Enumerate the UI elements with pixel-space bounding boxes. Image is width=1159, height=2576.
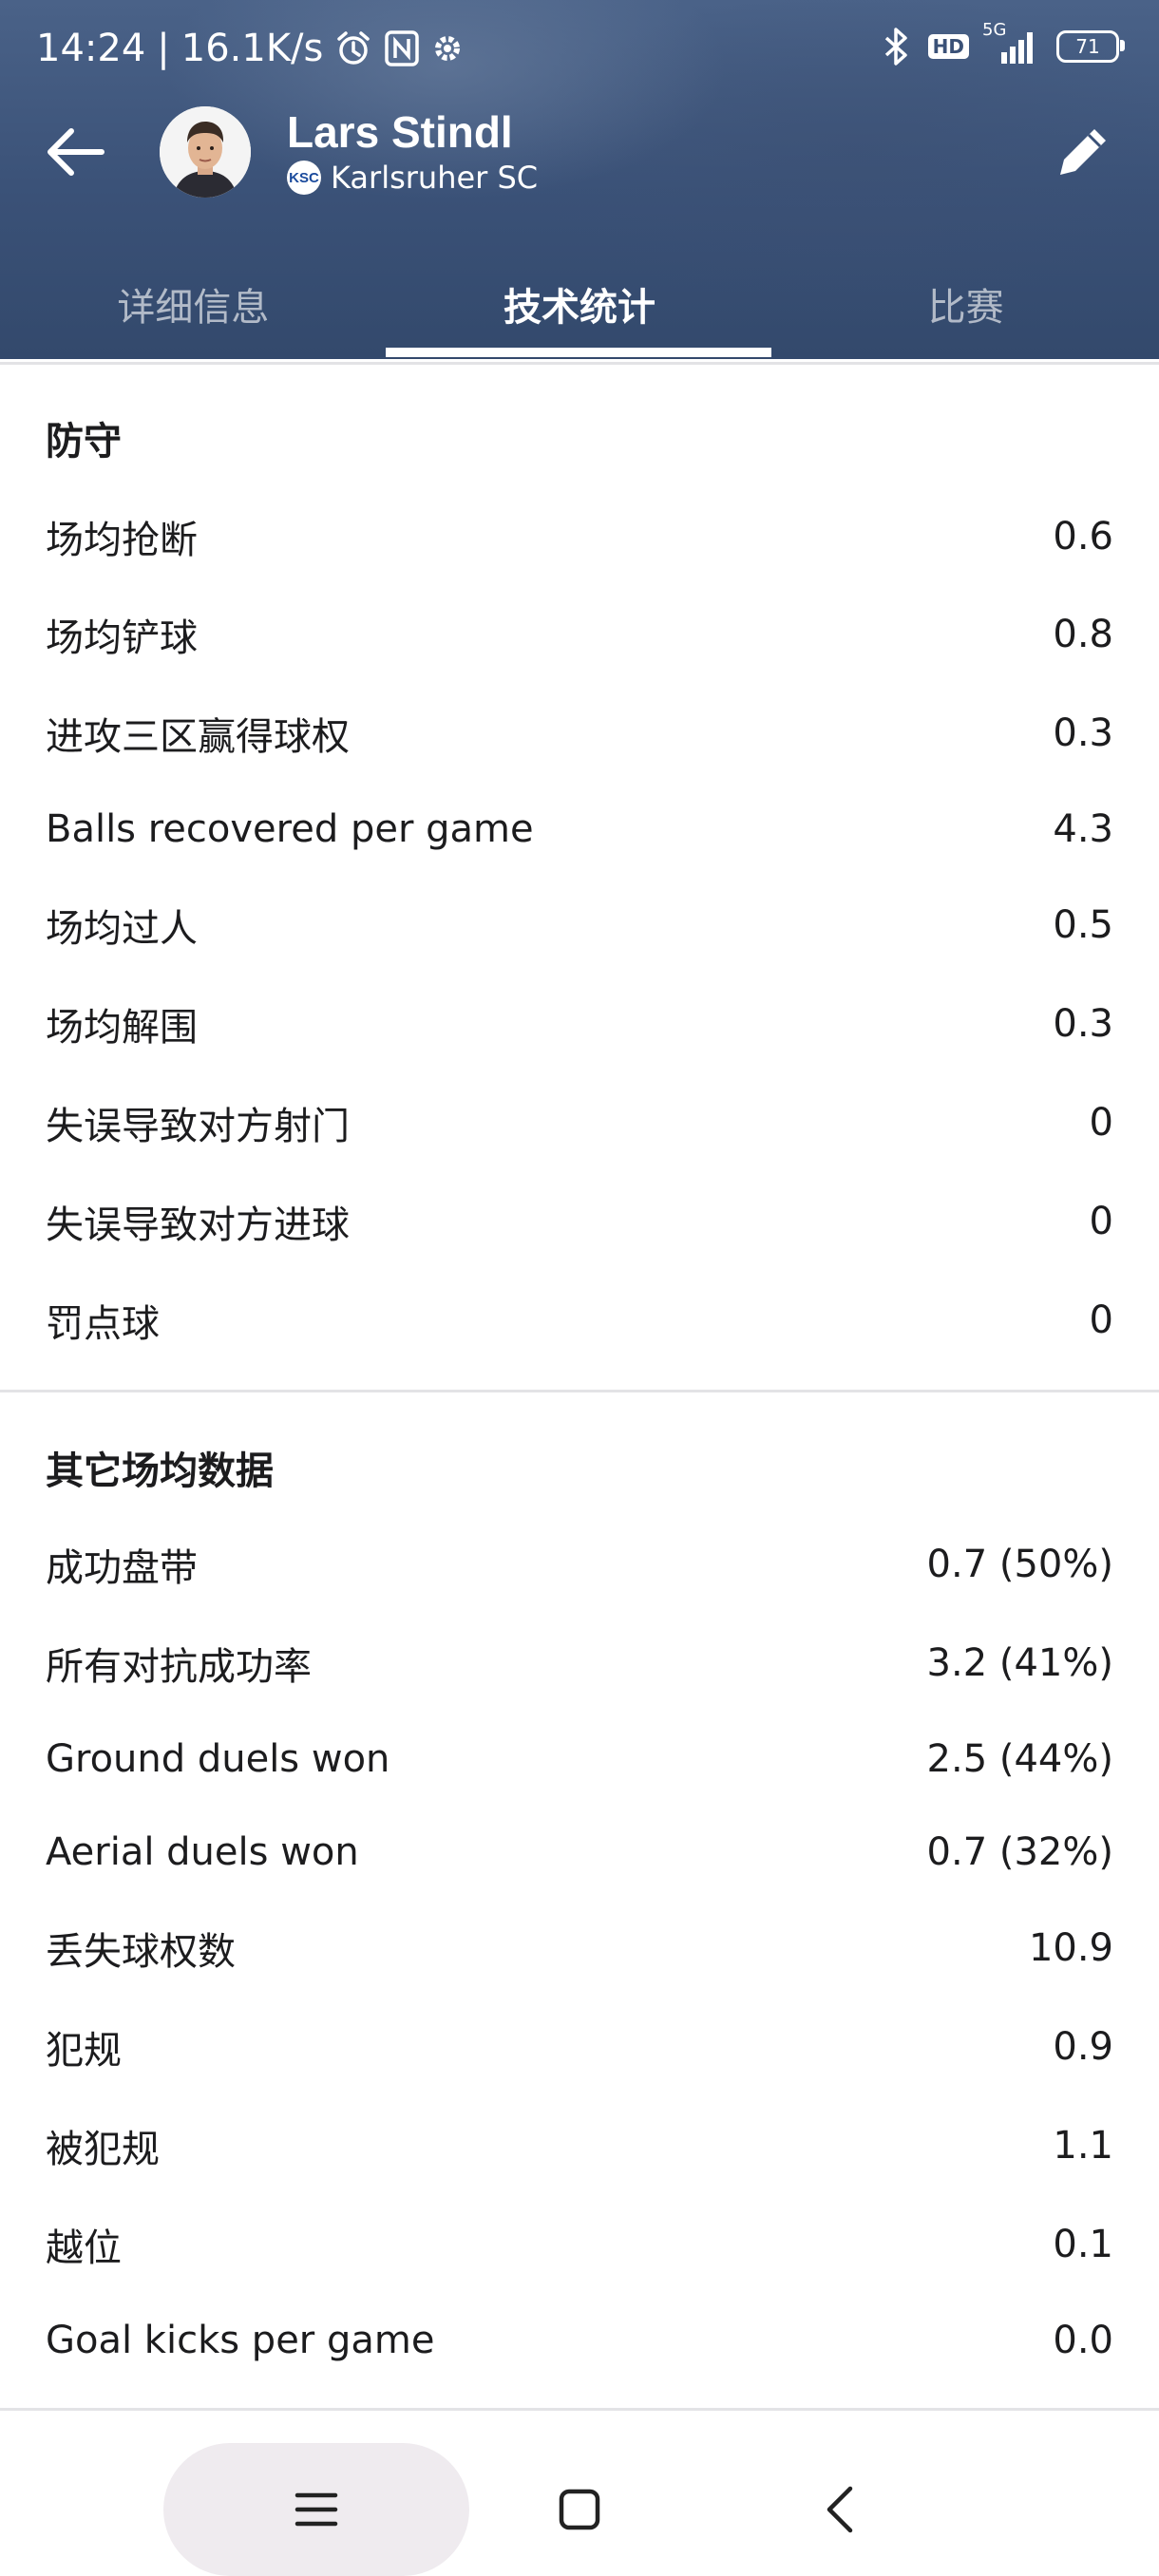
stat-value: 0.3 bbox=[1053, 711, 1113, 755]
bluetooth-icon bbox=[883, 27, 911, 66]
section-title-other: 其它场均数据 bbox=[46, 1449, 274, 1493]
stat-label: 场均过人 bbox=[46, 907, 198, 951]
battery-level: 71 bbox=[1075, 35, 1100, 58]
stat-label: 越位 bbox=[46, 2226, 122, 2270]
back-chevron-icon bbox=[826, 2486, 853, 2533]
stat-row: Balls recovered per game 4.3 bbox=[46, 801, 1113, 858]
stat-label: 犯规 bbox=[46, 2029, 122, 2073]
team-logo-text: KSC bbox=[289, 169, 319, 186]
tab-matches-label: 比赛 bbox=[927, 286, 1004, 330]
stat-label: Goal kicks per game bbox=[46, 2319, 435, 2362]
player-header: 14:24 | 16.1K/s HD 5G 71 Lars Stindl KSC… bbox=[0, 0, 1159, 359]
top-divider bbox=[0, 362, 1159, 365]
stat-row: Ground duels won 2.5 (44%) bbox=[46, 1731, 1113, 1788]
stat-label: Ground duels won bbox=[46, 1737, 390, 1781]
stat-value: 0.9 bbox=[1053, 2025, 1113, 2069]
stat-value: 4.3 bbox=[1053, 807, 1113, 851]
bottom-divider bbox=[0, 2408, 1159, 2411]
stat-label: 被犯规 bbox=[46, 2128, 160, 2171]
stat-value: 0 bbox=[1089, 1101, 1113, 1145]
alarm-icon bbox=[334, 29, 372, 67]
stat-label: Balls recovered per game bbox=[46, 807, 534, 851]
settings-icon bbox=[431, 32, 464, 65]
back-arrow-icon bbox=[48, 128, 104, 176]
section-title-defense: 防守 bbox=[46, 420, 122, 464]
stat-row: 场均铲球 0.8 bbox=[46, 606, 1113, 663]
stat-row: Aerial duels won 0.7 (32%) bbox=[46, 1824, 1113, 1881]
nfc-icon bbox=[384, 29, 420, 67]
back-button[interactable] bbox=[38, 114, 114, 190]
stat-value: 0 bbox=[1089, 1200, 1113, 1243]
stat-value: 0.5 bbox=[1053, 903, 1113, 947]
stat-value: 2.5 (44%) bbox=[926, 1737, 1113, 1781]
tab-details-label: 详细信息 bbox=[117, 286, 270, 330]
signal-label: 5G bbox=[982, 20, 1007, 40]
player-avatar bbox=[160, 106, 251, 198]
home-button[interactable] bbox=[542, 2472, 618, 2548]
stat-label: 场均抢断 bbox=[46, 519, 198, 562]
stat-row: Goal kicks per game 0.0 bbox=[46, 2312, 1113, 2369]
status-time: 14:24 bbox=[36, 27, 146, 70]
stat-row: 所有对抗成功率 3.2 (41%) bbox=[46, 1635, 1113, 1692]
stat-row: 失误导致对方进球 0 bbox=[46, 1193, 1113, 1250]
stat-label: 场均解围 bbox=[46, 1006, 198, 1050]
stat-label: 失误导致对方射门 bbox=[46, 1105, 350, 1148]
stat-row: 越位 0.1 bbox=[46, 2216, 1113, 2273]
stat-row: 进攻三区赢得球权 0.3 bbox=[46, 705, 1113, 762]
player-name: Lars Stindl bbox=[287, 107, 513, 157]
stat-row: 成功盘带 0.7 (50%) bbox=[46, 1536, 1113, 1593]
stat-value: 0.3 bbox=[1053, 1002, 1113, 1046]
tab-stats-label: 技术统计 bbox=[504, 286, 656, 330]
stat-label: 成功盘带 bbox=[46, 1546, 198, 1590]
menu-button[interactable] bbox=[278, 2472, 354, 2548]
stat-row: 场均过人 0.5 bbox=[46, 897, 1113, 954]
section-divider bbox=[0, 1390, 1159, 1392]
active-tab-indicator bbox=[386, 348, 771, 357]
status-bar: 14:24 | 16.1K/s HD 5G 71 bbox=[0, 0, 1159, 104]
stat-label: 场均铲球 bbox=[46, 616, 198, 660]
stat-label: 罚点球 bbox=[46, 1302, 160, 1346]
stat-value: 3.2 (41%) bbox=[926, 1641, 1113, 1685]
team-row[interactable]: KSC Karlsruher SC bbox=[287, 160, 538, 196]
stat-label: 进攻三区赢得球权 bbox=[46, 715, 350, 759]
stat-value: 0.7 (50%) bbox=[926, 1543, 1113, 1586]
stat-label: 所有对抗成功率 bbox=[46, 1645, 312, 1689]
team-name: Karlsruher SC bbox=[331, 160, 539, 196]
system-nav-bar bbox=[0, 2413, 1159, 2576]
stat-value: 10.9 bbox=[1028, 1926, 1113, 1970]
stat-value: 0.8 bbox=[1053, 613, 1113, 656]
signal-icon: 5G bbox=[982, 20, 1039, 66]
stat-value: 0.1 bbox=[1053, 2223, 1113, 2266]
stat-value: 0 bbox=[1089, 1298, 1113, 1342]
stat-label: 失误导致对方进球 bbox=[46, 1203, 350, 1247]
edit-button[interactable] bbox=[1045, 114, 1121, 190]
menu-icon bbox=[294, 2492, 338, 2527]
stat-row: 犯规 0.9 bbox=[46, 2018, 1113, 2075]
stat-label: 丢失球权数 bbox=[46, 1930, 236, 1974]
stat-row: 场均解围 0.3 bbox=[46, 995, 1113, 1052]
tab-details[interactable]: 详细信息 bbox=[0, 249, 387, 359]
stat-row: 失误导致对方射门 0 bbox=[46, 1094, 1113, 1151]
stat-row: 被犯规 1.1 bbox=[46, 2117, 1113, 2174]
nav-back-button[interactable] bbox=[803, 2472, 879, 2548]
status-net-speed: 16.1K/s bbox=[180, 27, 324, 70]
hd-icon: HD bbox=[927, 34, 969, 59]
edit-pencil-icon bbox=[1060, 129, 1106, 175]
stat-value: 0.6 bbox=[1053, 515, 1113, 559]
stat-row: 丢失球权数 10.9 bbox=[46, 1920, 1113, 1977]
stat-value: 0.7 (32%) bbox=[926, 1830, 1113, 1874]
team-logo-icon: KSC bbox=[287, 161, 321, 195]
stat-row: 罚点球 0 bbox=[46, 1292, 1113, 1349]
tab-matches[interactable]: 比赛 bbox=[772, 249, 1159, 359]
stat-value: 0.0 bbox=[1053, 2319, 1113, 2362]
stat-row: 场均抢断 0.6 bbox=[46, 508, 1113, 565]
tab-bar: 详细信息 技术统计 比赛 bbox=[0, 249, 1159, 359]
status-separator: | bbox=[157, 27, 170, 70]
tab-stats[interactable]: 技术统计 bbox=[387, 249, 773, 359]
home-square-icon bbox=[559, 2489, 600, 2530]
stat-label: Aerial duels won bbox=[46, 1830, 359, 1874]
stat-value: 1.1 bbox=[1053, 2124, 1113, 2168]
battery-icon: 71 bbox=[1056, 30, 1125, 63]
